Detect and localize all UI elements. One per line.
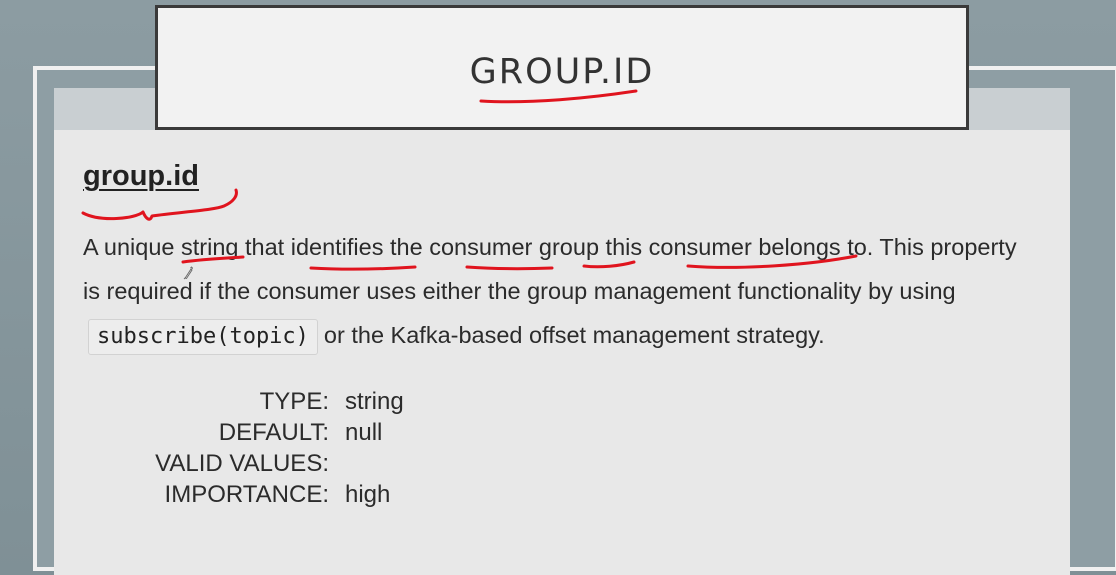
meta-row-valid-values: VALID VALUES:	[100, 448, 404, 479]
meta-value: string	[345, 388, 404, 415]
property-heading: group.id	[83, 160, 199, 192]
meta-row-importance: IMPORTANCE: high	[100, 479, 404, 510]
description-line-3-text: or the Kafka-based offset management str…	[323, 322, 825, 348]
pen-cursor-icon	[183, 266, 193, 280]
slide-title-box: GROUP.ID	[155, 5, 969, 130]
description-line-3: subscribe(topic) or the Kafka-based offse…	[83, 313, 1073, 357]
meta-key: VALID VALUES:	[155, 450, 329, 477]
meta-key: DEFAULT:	[218, 419, 329, 446]
description-line-1: A unique string that identifies the cons…	[83, 234, 1017, 260]
meta-row-default: DEFAULT: null	[100, 417, 404, 448]
meta-value: high	[345, 481, 391, 508]
property-description: A unique string that identifies the cons…	[83, 225, 1073, 357]
slide-title: GROUP.ID	[469, 52, 655, 92]
description-line-2: is required if the consumer uses either …	[83, 278, 956, 304]
code-snippet: subscribe(topic)	[88, 319, 318, 355]
meta-key: IMPORTANCE:	[164, 481, 329, 508]
meta-row-type: TYPE: string	[100, 386, 404, 417]
meta-key: TYPE:	[259, 388, 329, 415]
property-meta-table: TYPE: string DEFAULT: null VALID VALUES:…	[100, 386, 404, 510]
meta-value: null	[345, 419, 383, 446]
